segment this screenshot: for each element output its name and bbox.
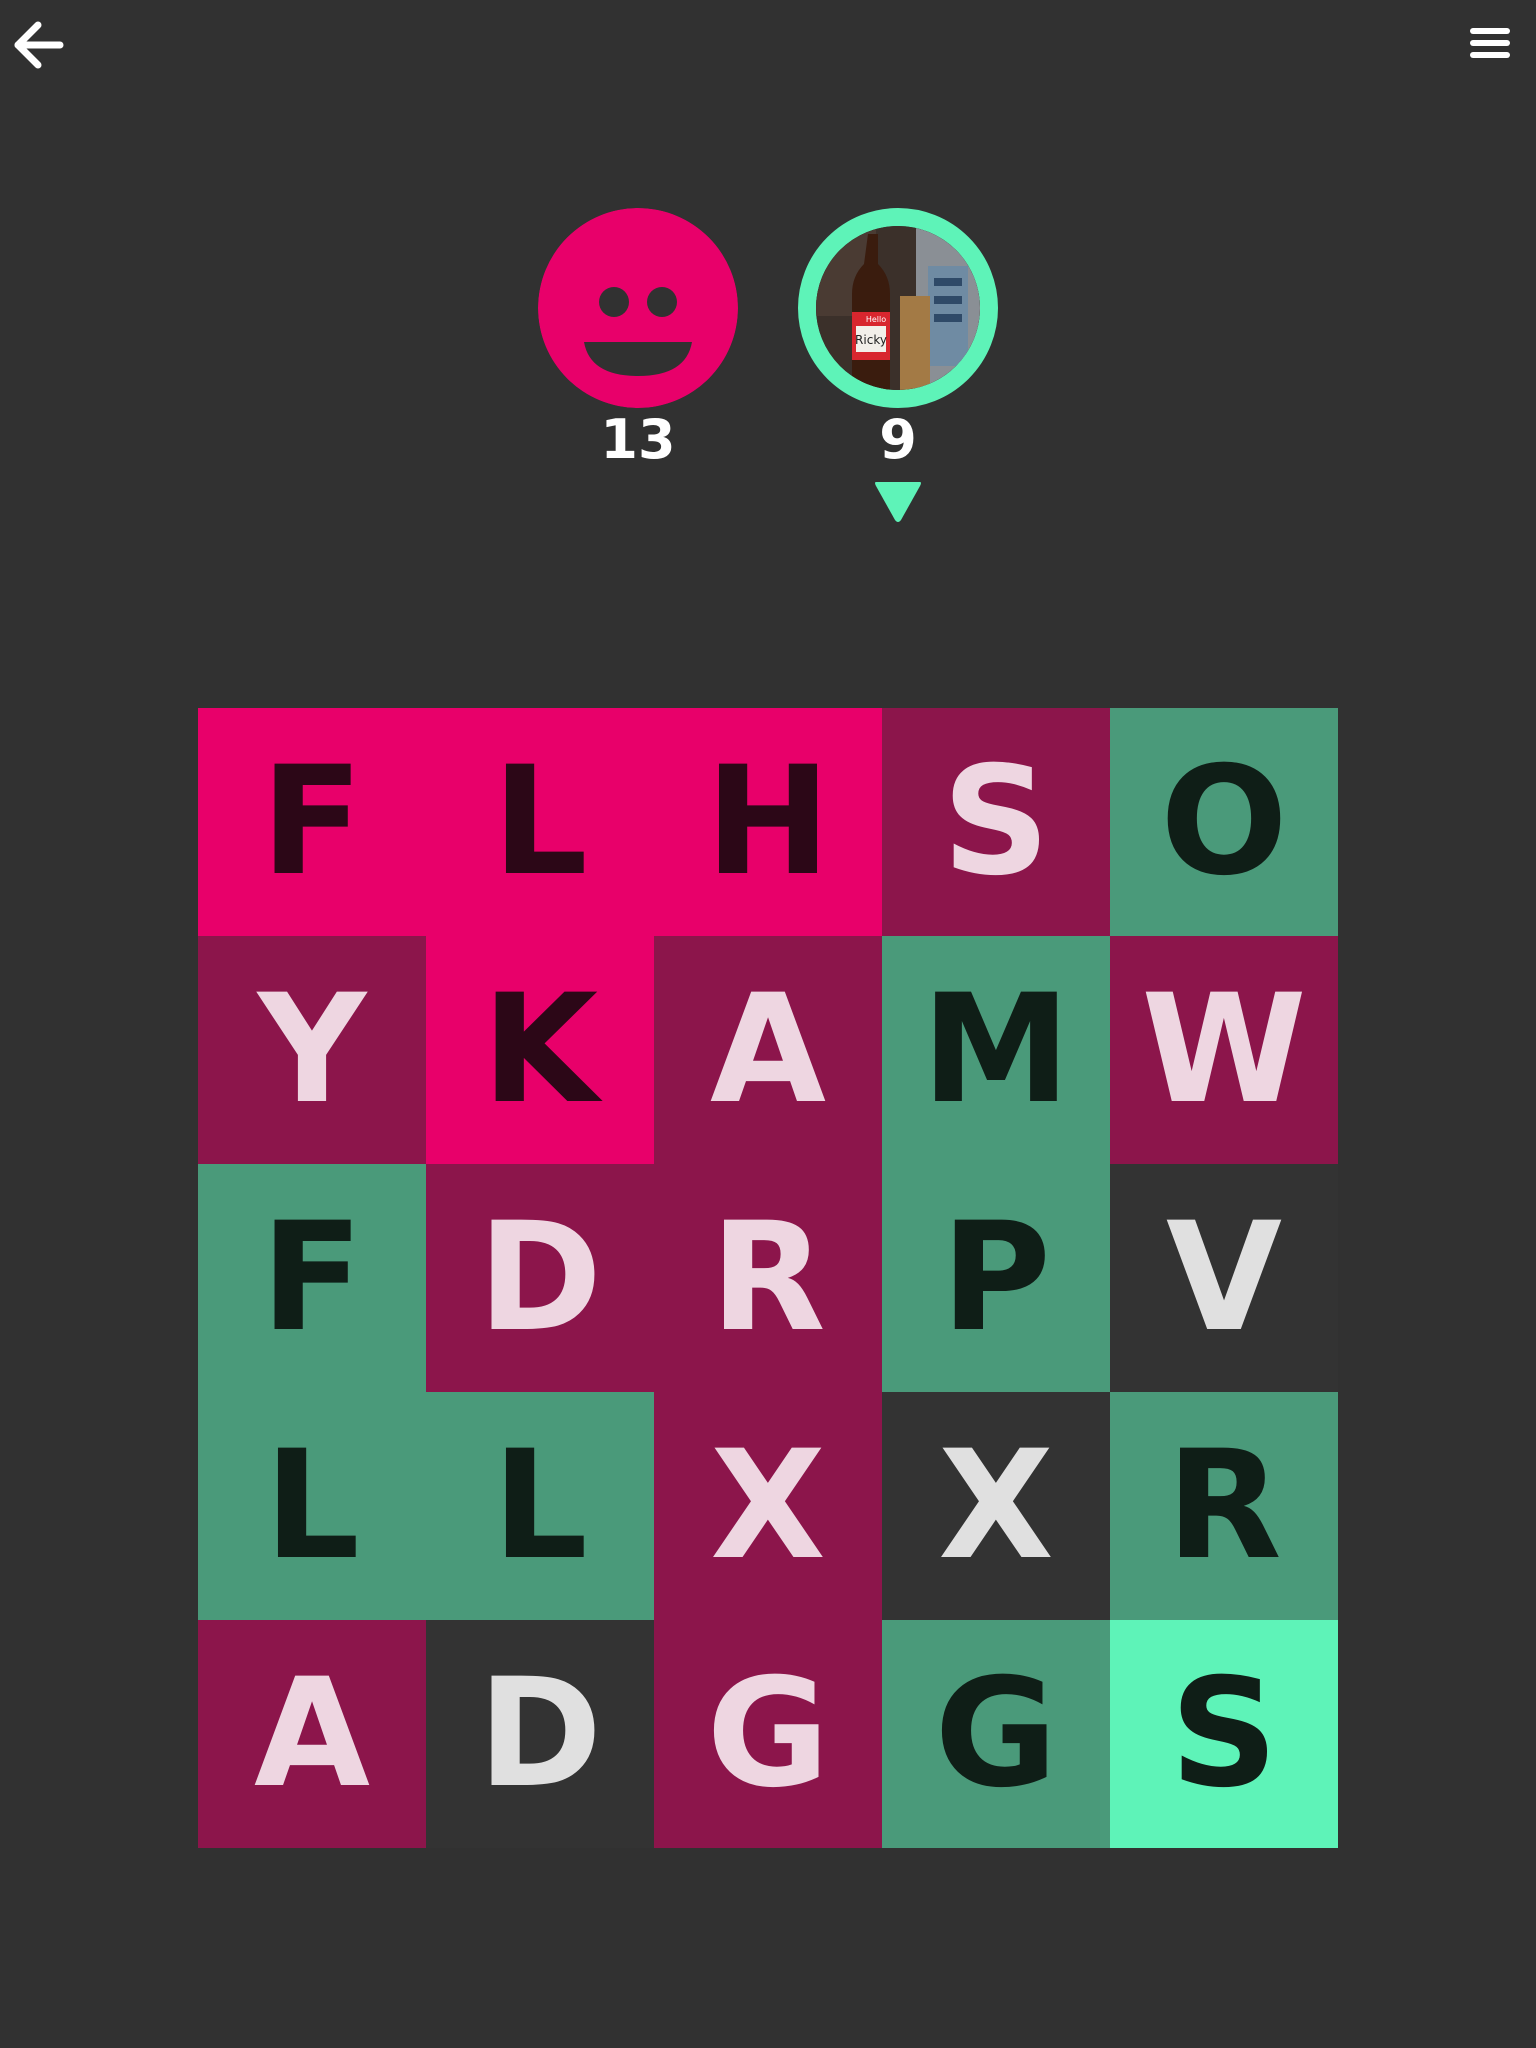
player-one-avatar[interactable]	[538, 208, 738, 408]
letter-tile[interactable]: S	[882, 708, 1110, 936]
letter-tile[interactable]: G	[654, 1620, 882, 1848]
letter-tile[interactable]: H	[654, 708, 882, 936]
letter-tile[interactable]: A	[198, 1620, 426, 1848]
letter-tile[interactable]: P	[882, 1164, 1110, 1392]
letter-tile[interactable]: W	[1110, 936, 1338, 1164]
letter-tile[interactable]: F	[198, 708, 426, 936]
smiley-face-icon	[538, 208, 738, 408]
letter-tile[interactable]: L	[198, 1392, 426, 1620]
player-one-score: 13	[600, 408, 676, 471]
letter-tile[interactable]: S	[1110, 1620, 1338, 1848]
letter-tile[interactable]: Y	[198, 936, 426, 1164]
hamburger-menu-icon[interactable]	[1466, 22, 1518, 66]
svg-text:Ricky: Ricky	[855, 333, 887, 347]
letter-tile[interactable]: F	[198, 1164, 426, 1392]
letter-tile[interactable]: G	[882, 1620, 1110, 1848]
letter-tile[interactable]: X	[882, 1392, 1110, 1620]
letter-tile[interactable]: D	[426, 1164, 654, 1392]
letter-tile[interactable]: X	[654, 1392, 882, 1620]
turn-indicator-icon	[875, 482, 921, 522]
game-board: FLHSOYKAMWFDRPVLLXXRADGGS	[198, 708, 1338, 1848]
letter-tile[interactable]: K	[426, 936, 654, 1164]
top-bar	[0, 0, 1536, 100]
letter-tile[interactable]: V	[1110, 1164, 1338, 1392]
letter-tile[interactable]: O	[1110, 708, 1338, 936]
letter-tile[interactable]: D	[426, 1620, 654, 1848]
letter-tile[interactable]: R	[654, 1164, 882, 1392]
player-two-avatar[interactable]: Ricky Hello	[798, 208, 998, 408]
photo-avatar: Ricky Hello	[798, 208, 998, 408]
letter-tile[interactable]: R	[1110, 1392, 1338, 1620]
letter-tile[interactable]: M	[882, 936, 1110, 1164]
player-two-score: 9	[879, 408, 917, 471]
letter-tile[interactable]: A	[654, 936, 882, 1164]
letter-tile[interactable]: L	[426, 1392, 654, 1620]
svg-text:Hello: Hello	[866, 315, 886, 324]
back-arrow-icon[interactable]	[14, 18, 74, 72]
letter-tile[interactable]: L	[426, 708, 654, 936]
